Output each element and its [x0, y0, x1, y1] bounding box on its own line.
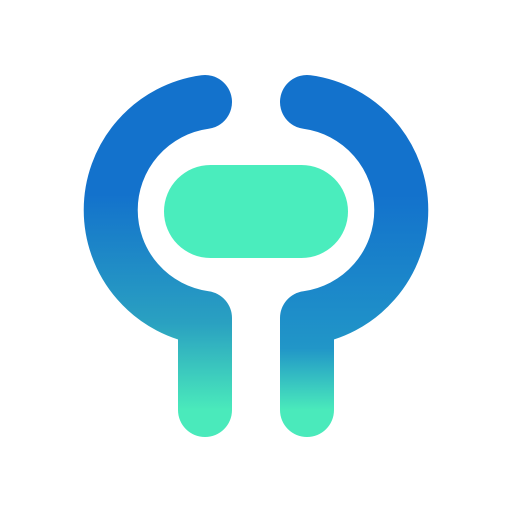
right-hook-shape [280, 75, 429, 437]
center-capsule-shape [164, 165, 348, 258]
app-logo-icon [83, 75, 429, 437]
left-hook-shape [83, 75, 232, 437]
app-icon-canvas [0, 0, 512, 512]
